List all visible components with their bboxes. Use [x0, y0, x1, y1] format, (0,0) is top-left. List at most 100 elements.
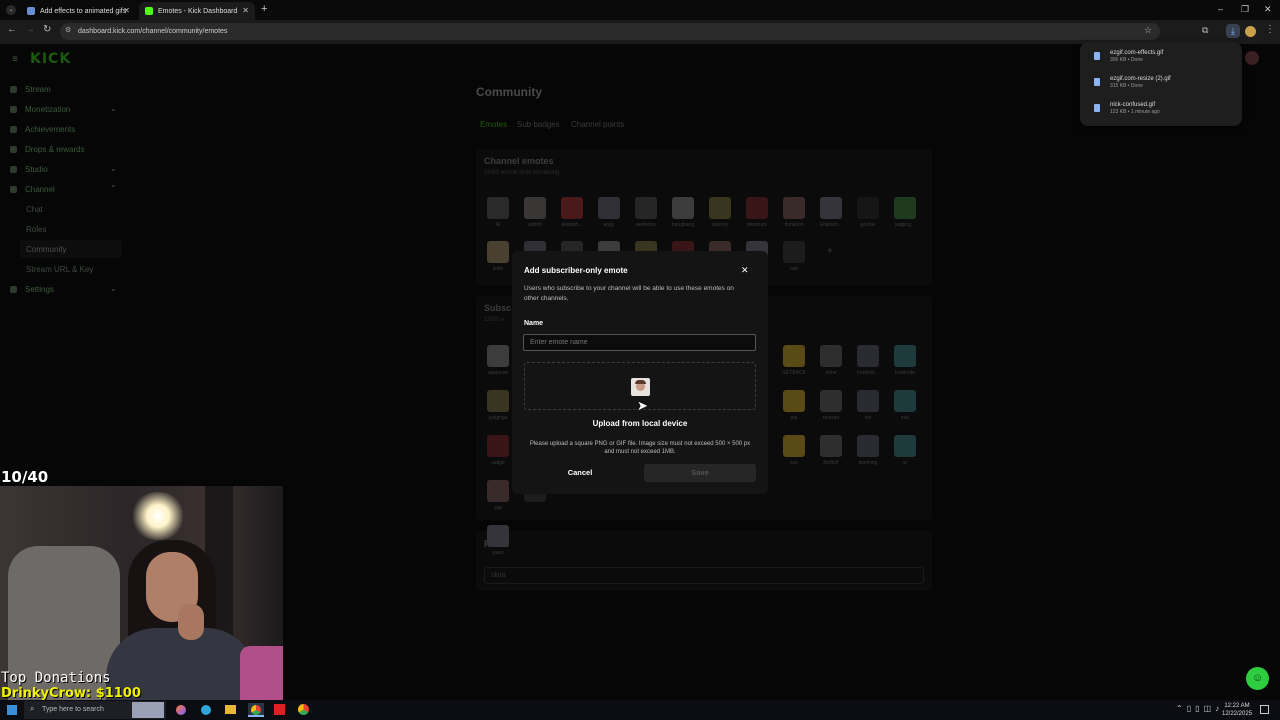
- emote-thumbnail[interactable]: [746, 197, 768, 219]
- upload-button[interactable]: Upload from local device: [524, 419, 756, 428]
- sidebar-item-achievements[interactable]: Achievements: [10, 125, 75, 134]
- emote-thumbnail[interactable]: [487, 480, 509, 502]
- chat-support-button[interactable]: ☺: [1246, 667, 1269, 690]
- page-title: Community: [476, 85, 542, 99]
- sidebar-item-stream[interactable]: Stream: [10, 85, 51, 94]
- sidebar-item-drops[interactable]: Drops & rewards: [10, 145, 85, 154]
- window-close-icon[interactable]: ✕: [1264, 4, 1272, 15]
- emote-thumbnail[interactable]: [709, 197, 731, 219]
- tab-sub-badges[interactable]: Sub badges: [517, 120, 560, 129]
- back-icon[interactable]: ←: [7, 24, 17, 35]
- sidebar-item-monetization[interactable]: Monetization: [10, 105, 70, 114]
- tab-search-icon[interactable]: ⌄: [6, 5, 16, 15]
- chevron-down-icon[interactable]: ⌄: [110, 164, 117, 173]
- chrome-icon[interactable]: [248, 703, 264, 717]
- emote-thumbnail[interactable]: [783, 390, 805, 412]
- emote-thumbnail[interactable]: [857, 345, 879, 367]
- emote-thumbnail[interactable]: [857, 197, 879, 219]
- menu-icon[interactable]: ⋮: [1265, 24, 1275, 35]
- forward-icon[interactable]: →: [25, 24, 35, 35]
- emote-name-input[interactable]: [523, 334, 756, 351]
- star-icon[interactable]: ☆: [1144, 25, 1152, 36]
- hamburger-icon[interactable]: ≡: [12, 54, 18, 65]
- emote-thumbnail[interactable]: [487, 197, 509, 219]
- download-item[interactable]: ezgif.com-effects.gif 306 KB • Done: [1094, 50, 1163, 63]
- tab-channel-points[interactable]: Channel points: [571, 120, 624, 129]
- copilot-icon[interactable]: [176, 705, 186, 715]
- tab-ezgif[interactable]: Add effects to animated gifs ✕: [21, 2, 136, 20]
- windows-start-icon[interactable]: [7, 705, 17, 715]
- add-emote-icon[interactable]: +: [827, 246, 833, 257]
- emote-thumbnail[interactable]: [524, 197, 546, 219]
- sidebar-item-channel[interactable]: Channel: [10, 185, 55, 194]
- notifications-icon[interactable]: [1260, 705, 1269, 714]
- download-item[interactable]: ezgif.com-resize (2).gif 315 KB • Done: [1094, 76, 1171, 89]
- save-button[interactable]: Save: [644, 464, 756, 482]
- url-text: dashboard.kick.com/channel/community/emo…: [78, 28, 228, 35]
- chevron-down-icon[interactable]: ⌄: [110, 284, 117, 293]
- emote-label: 4k: [495, 222, 501, 228]
- emote-thumbnail[interactable]: [561, 197, 583, 219]
- download-item[interactable]: nick-confused.gif 123 KB • 1 minute ago: [1094, 102, 1160, 115]
- sidebar-item-studio[interactable]: Studio: [10, 165, 48, 174]
- user-avatar[interactable]: [1245, 51, 1259, 65]
- chevron-down-icon[interactable]: ⌄: [110, 104, 117, 113]
- extensions-icon[interactable]: ⧉: [1202, 25, 1208, 36]
- tab-emotes[interactable]: Emotes: [480, 120, 507, 129]
- emote-thumbnail[interactable]: [783, 435, 805, 457]
- site-info-icon[interactable]: ⚙: [65, 26, 71, 34]
- restore-icon[interactable]: ❐: [1241, 4, 1249, 15]
- sidebar-item-community[interactable]: Community: [26, 245, 66, 254]
- download-icon[interactable]: ⤓: [1226, 24, 1240, 38]
- edge-icon[interactable]: [201, 705, 211, 715]
- tray-icons[interactable]: ⌃▯▯◫♪: [1176, 704, 1223, 713]
- emote-thumbnail[interactable]: [672, 197, 694, 219]
- new-tab-icon[interactable]: +: [261, 3, 267, 15]
- cancel-button[interactable]: Cancel: [524, 464, 636, 482]
- emote-thumbnail[interactable]: [894, 435, 916, 457]
- emote-thumbnail[interactable]: [783, 241, 805, 263]
- close-icon[interactable]: ✕: [242, 6, 249, 15]
- chevron-up-icon[interactable]: ⌃: [110, 184, 117, 193]
- emote-thumbnail[interactable]: [487, 525, 509, 547]
- emote-thumbnail[interactable]: [487, 390, 509, 412]
- close-icon[interactable]: ✕: [741, 265, 749, 276]
- emote-thumbnail[interactable]: [894, 390, 916, 412]
- emote-thumbnail[interactable]: [894, 345, 916, 367]
- emote-thumbnail[interactable]: [487, 241, 509, 263]
- upload-dropzone[interactable]: ➤: [524, 362, 756, 413]
- chrome-alt-icon[interactable]: [298, 704, 309, 715]
- sidebar-item-chat[interactable]: Chat: [26, 205, 43, 214]
- prefix-input[interactable]: skira: [484, 567, 924, 584]
- emote-thumbnail[interactable]: [635, 197, 657, 219]
- sidebar-item-stream-url[interactable]: Stream URL & Key: [26, 265, 93, 274]
- emote-thumbnail[interactable]: [820, 197, 842, 219]
- close-icon[interactable]: ✕: [123, 6, 130, 15]
- profile-avatar[interactable]: [1245, 26, 1256, 37]
- minimize-icon[interactable]: –: [1218, 4, 1223, 14]
- emote-thumbnail[interactable]: [487, 345, 509, 367]
- mouse-cursor-icon: ➤: [637, 398, 648, 413]
- emote-thumbnail[interactable]: [857, 390, 879, 412]
- emote-thumbnail[interactable]: [820, 435, 842, 457]
- emote-thumbnail[interactable]: [598, 197, 620, 219]
- emote-thumbnail[interactable]: [783, 345, 805, 367]
- address-bar[interactable]: ⚙ dashboard.kick.com/channel/community/e…: [60, 23, 1160, 40]
- clock[interactable]: 12:22 AM 12/22/2025: [1222, 702, 1252, 718]
- file-explorer-icon[interactable]: [225, 705, 236, 714]
- taskbar-weather-icon[interactable]: [132, 702, 164, 718]
- tab-title: Add effects to animated gifs: [40, 7, 127, 15]
- browser-tab-bar: ⌄ Add effects to animated gifs ✕ Emotes …: [0, 0, 1280, 20]
- sidebar-item-settings[interactable]: Settings: [10, 285, 54, 294]
- emote-thumbnail[interactable]: [857, 435, 879, 457]
- red-app-icon[interactable]: [274, 704, 285, 715]
- sidebar-item-roles[interactable]: Roles: [26, 225, 46, 234]
- kick-logo[interactable]: KICK: [30, 51, 71, 67]
- emote-thumbnail[interactable]: [820, 390, 842, 412]
- emote-thumbnail[interactable]: [820, 345, 842, 367]
- tab-kick-dashboard[interactable]: Emotes - Kick Dashboard ✕: [139, 2, 255, 20]
- emote-thumbnail[interactable]: [487, 435, 509, 457]
- reload-icon[interactable]: ↻: [43, 24, 51, 35]
- emote-thumbnail[interactable]: [894, 197, 916, 219]
- emote-thumbnail[interactable]: [783, 197, 805, 219]
